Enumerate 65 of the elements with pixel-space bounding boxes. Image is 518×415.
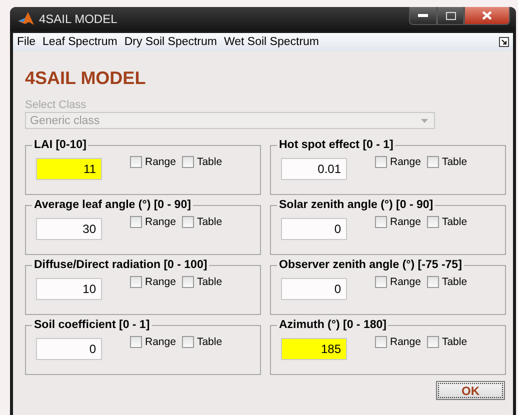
checkbox[interactable] [375,336,387,348]
dock-icon[interactable] [499,37,509,47]
checkbox[interactable] [130,156,142,168]
group-title: Hot spot effect [0 - 1] [278,139,394,151]
value-field[interactable]: 0 [36,338,102,360]
checkbox-label: Table [442,276,468,288]
select-label: Select Class [25,99,88,111]
group-title: Azimuth (°) [0 - 180] [278,319,388,331]
checkbox-label: Range [390,276,421,288]
maximize-button[interactable] [437,7,464,25]
minimize-icon [418,14,428,18]
checkbox-label: Table [442,336,468,348]
checkbox-label: Range [390,336,421,348]
group-title: Diffuse/Direct radiation [0 - 100] [33,259,208,271]
app-logo-icon [18,12,34,26]
checkbox-label: Table [196,216,222,228]
checkbox[interactable] [375,156,387,168]
checkbox[interactable] [182,276,194,288]
checkbox-label: Table [196,276,222,288]
checkbox[interactable] [130,276,142,288]
group-title: Observer zenith angle (°) [-75 -75] [278,259,463,271]
dropdown-caret-icon [421,118,428,122]
checkbox[interactable] [426,336,439,348]
checkbox[interactable] [182,336,194,348]
checkbox[interactable] [130,336,142,348]
checkbox[interactable] [375,216,387,228]
checkbox-label: Range [390,156,421,168]
checkbox[interactable] [375,276,387,288]
group-title: Average leaf angle (°) [0 - 90] [33,199,192,211]
menu-item[interactable]: Leaf Spectrum [42,36,118,48]
checkbox-label: Range [145,216,176,228]
checkbox-label: Range [145,336,176,348]
ok-button[interactable]: OK [436,381,505,400]
checkbox-label: Range [145,276,176,288]
value-field[interactable]: 0 [281,278,347,300]
value-field[interactable]: 11 [36,158,102,180]
checkbox[interactable] [426,216,439,228]
maximize-icon [446,12,456,20]
checkbox-label: Table [442,216,468,228]
checkbox[interactable] [130,216,142,228]
checkbox[interactable] [182,156,194,168]
value-field[interactable]: 0.01 [281,158,347,180]
value-field[interactable]: 10 [36,278,102,300]
close-icon [482,11,492,20]
checkbox[interactable] [426,156,439,168]
checkbox-label: Range [145,156,176,168]
value-field[interactable]: 185 [281,338,347,360]
app-heading: 4SAIL MODEL [25,68,147,89]
checkbox[interactable] [182,216,194,228]
close-button[interactable] [464,7,510,25]
group-title: LAI [0-10] [33,139,88,151]
value-field[interactable]: 30 [36,218,102,240]
group-title: Soil coefficient [0 - 1] [33,319,151,331]
value-field[interactable]: 0 [281,218,347,240]
group-title: Solar zenith angle (°) [0 - 90] [278,199,434,211]
checkbox-label: Table [196,336,222,348]
menu-item[interactable]: Dry Soil Spectrum [124,36,217,48]
checkbox-label: Table [442,156,468,168]
checkbox[interactable] [426,276,439,288]
menu-item[interactable]: File [17,36,36,48]
minimize-button[interactable] [409,7,437,25]
checkbox-label: Table [196,156,222,168]
menu-item[interactable]: Wet Soil Spectrum [224,36,320,48]
window-title: 4SAIL MODEL [39,12,118,26]
checkbox-label: Range [390,216,421,228]
